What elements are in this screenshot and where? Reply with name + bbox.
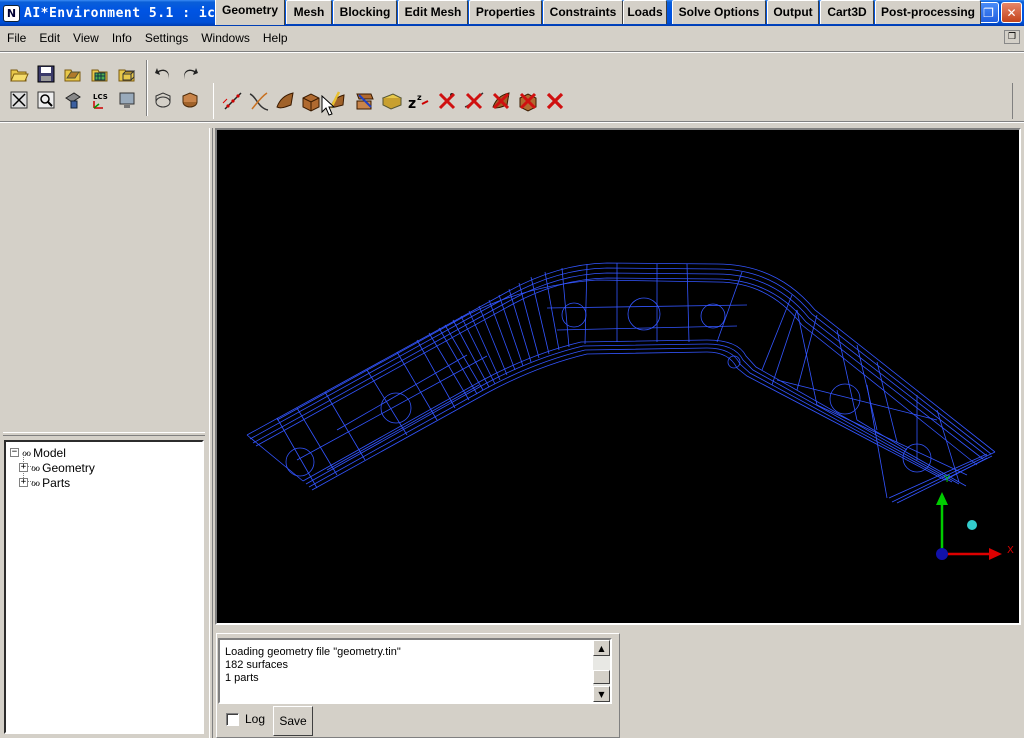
delete-any-entity-icon[interactable] bbox=[542, 88, 568, 114]
create-surface-icon[interactable] bbox=[272, 88, 298, 114]
expand-icon[interactable]: + bbox=[19, 478, 28, 487]
message-line: 182 surfaces bbox=[225, 659, 288, 671]
visibility-glasses-icon[interactable]: ℴℴ bbox=[31, 461, 40, 474]
y-axis-label: Y bbox=[943, 474, 951, 485]
local-coord-icon[interactable]: LCS bbox=[88, 88, 112, 112]
menu-bar: File Edit View Info Settings Windows Hel… bbox=[0, 26, 1024, 50]
wireframe-toggle-icon[interactable] bbox=[151, 88, 175, 112]
left-panel-upper bbox=[0, 128, 208, 430]
tab-cart3d[interactable]: Cart3D bbox=[820, 0, 874, 24]
tab-edit-mesh[interactable]: Edit Mesh bbox=[398, 0, 468, 24]
tab-output[interactable]: Output bbox=[767, 0, 819, 24]
log-checkbox[interactable] bbox=[226, 712, 239, 726]
svg-text:z: z bbox=[417, 93, 422, 102]
tab-blocking[interactable]: Blocking bbox=[333, 0, 397, 24]
menu-settings[interactable]: Settings bbox=[138, 31, 194, 45]
message-log[interactable]: Loading geometry file "geometry.tin" 182… bbox=[218, 638, 612, 704]
tab-solve-options[interactable]: Solve Options bbox=[672, 0, 766, 24]
tab-properties[interactable]: Properties bbox=[469, 0, 542, 24]
tree-item-model[interactable]: − ℴℴ Model bbox=[10, 445, 66, 460]
transform-geometry-icon[interactable] bbox=[352, 88, 378, 114]
redo-icon[interactable] bbox=[178, 62, 202, 86]
app-icon: N bbox=[3, 4, 20, 22]
display-icon[interactable] bbox=[115, 88, 139, 112]
scroll-down-icon[interactable]: ▼ bbox=[593, 686, 610, 702]
open-mesh-icon[interactable] bbox=[88, 62, 112, 86]
collapse-icon[interactable]: − bbox=[10, 448, 19, 457]
zoom-box-icon[interactable] bbox=[34, 88, 58, 112]
restore-dormant-icon[interactable] bbox=[379, 88, 405, 114]
open-blocking-icon[interactable] bbox=[115, 62, 139, 86]
tab-geometry[interactable]: Geometry bbox=[215, 0, 285, 25]
open-geometry-icon[interactable] bbox=[61, 62, 85, 86]
tree-item-geometry[interactable]: + ℴℴ Geometry bbox=[19, 460, 95, 475]
x-axis-label: X bbox=[1007, 545, 1014, 556]
tab-loads[interactable]: Loads bbox=[623, 0, 667, 24]
solid-toggle-icon[interactable] bbox=[178, 88, 202, 112]
message-line: 1 parts bbox=[225, 672, 259, 684]
create-faceted-icon[interactable]: zz bbox=[405, 88, 431, 114]
menu-help[interactable]: Help bbox=[256, 31, 294, 45]
local-coord-label: LCS bbox=[93, 93, 108, 101]
delete-surface-icon[interactable] bbox=[488, 88, 514, 114]
delete-curve-icon[interactable] bbox=[461, 88, 487, 114]
scroll-up-icon[interactable]: ▲ bbox=[593, 640, 610, 656]
tree-item-label: Parts bbox=[42, 475, 71, 490]
close-button[interactable]: ✕ bbox=[1001, 2, 1022, 23]
scroll-thumb[interactable] bbox=[593, 670, 610, 684]
mouse-cursor-icon bbox=[321, 95, 335, 116]
maximize-button[interactable]: ❐ bbox=[978, 2, 999, 23]
tab-mesh[interactable]: Mesh bbox=[286, 0, 332, 24]
menu-view[interactable]: View bbox=[66, 31, 105, 45]
message-line: Loading geometry file "geometry.tin" bbox=[225, 646, 401, 658]
left-panel-splitter[interactable] bbox=[3, 432, 205, 436]
undo-icon[interactable] bbox=[151, 62, 175, 86]
tab-constraints[interactable]: Constraints bbox=[543, 0, 623, 24]
tree-item-label: Model bbox=[33, 445, 66, 460]
message-scrollbar[interactable]: ▲ ▼ bbox=[593, 640, 610, 702]
delete-body-icon[interactable] bbox=[515, 88, 541, 114]
menu-info[interactable]: Info bbox=[105, 31, 138, 45]
log-toggle[interactable]: Log bbox=[226, 712, 265, 726]
expand-icon[interactable]: + bbox=[19, 463, 28, 472]
menu-separator bbox=[0, 51, 1024, 53]
menu-file[interactable]: File bbox=[0, 31, 32, 45]
mdi-restore-button[interactable]: ❐ bbox=[1004, 30, 1020, 44]
create-point-icon[interactable] bbox=[220, 88, 246, 114]
menu-windows[interactable]: Windows bbox=[194, 31, 256, 45]
log-label: Log bbox=[245, 712, 266, 726]
svg-text:z: z bbox=[408, 96, 416, 112]
delete-point-icon[interactable] bbox=[434, 88, 460, 114]
save-icon[interactable] bbox=[34, 62, 58, 86]
tab-post-processing[interactable]: Post-processing bbox=[875, 0, 981, 24]
graphics-viewport[interactable]: Y X bbox=[215, 128, 1021, 625]
open-icon[interactable] bbox=[7, 62, 31, 86]
measure-icon[interactable] bbox=[61, 88, 85, 112]
fit-window-icon[interactable] bbox=[7, 88, 31, 112]
visibility-glasses-icon[interactable]: ℴℴ bbox=[31, 476, 40, 489]
model-tree: − ℴℴ Model + ℴℴ Geometry + ℴℴ Parts bbox=[4, 440, 204, 734]
menu-edit[interactable]: Edit bbox=[32, 31, 66, 45]
create-curve-icon[interactable] bbox=[246, 88, 272, 114]
tree-item-label: Geometry bbox=[42, 460, 95, 475]
vertical-splitter[interactable] bbox=[209, 128, 213, 738]
save-log-button[interactable]: Save bbox=[273, 706, 313, 736]
geometry-wireframe: Y X bbox=[246, 262, 1014, 560]
visibility-glasses-icon[interactable]: ℴℴ bbox=[22, 446, 31, 459]
tree-item-parts[interactable]: + ℴℴ Parts bbox=[19, 475, 70, 490]
